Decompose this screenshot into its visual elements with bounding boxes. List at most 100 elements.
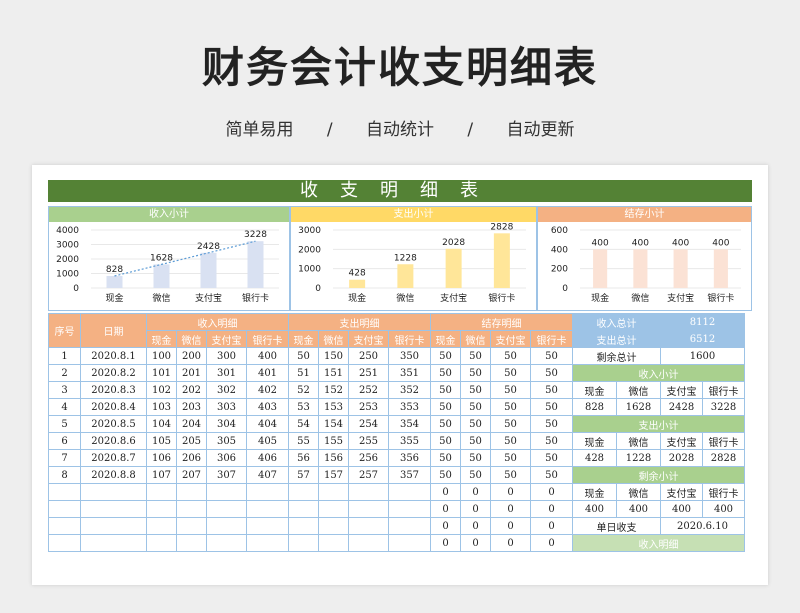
table-cell[interactable]: 155 — [318, 432, 349, 450]
table-cell[interactable] — [246, 483, 289, 501]
table-cell[interactable] — [288, 534, 319, 552]
table-cell[interactable] — [48, 500, 81, 518]
table-cell[interactable]: 50 — [530, 381, 573, 399]
table-cell[interactable]: 6 — [48, 432, 81, 450]
table-cell[interactable]: 154 — [318, 415, 349, 433]
table-cell[interactable]: 356 — [388, 449, 431, 467]
table-cell[interactable]: 0 — [460, 517, 491, 535]
table-cell[interactable]: 现金 — [572, 432, 617, 450]
table-cell[interactable]: 0 — [530, 483, 573, 501]
income-detail-header[interactable]: 收入明细 — [572, 534, 745, 552]
table-cell[interactable]: 150 — [318, 347, 349, 365]
table-cell[interactable]: 支付宝 — [660, 381, 703, 399]
table-cell[interactable]: 50 — [460, 415, 491, 433]
sub-header[interactable]: 银行卡 — [388, 330, 431, 348]
table-cell[interactable]: 54 — [288, 415, 319, 433]
table-cell[interactable]: 50 — [430, 415, 461, 433]
table-cell[interactable]: 2828 — [702, 449, 745, 467]
table-cell[interactable] — [146, 500, 177, 518]
table-cell[interactable]: 202 — [176, 381, 207, 399]
table-cell[interactable]: 50 — [530, 347, 573, 365]
remaining-total-value[interactable]: 1600 — [660, 347, 745, 365]
table-cell[interactable] — [48, 483, 81, 501]
table-cell[interactable]: 51 — [288, 364, 319, 382]
header-date[interactable]: 日期 — [80, 313, 147, 348]
table-cell[interactable]: 50 — [530, 364, 573, 382]
table-cell[interactable]: 3 — [48, 381, 81, 399]
sub-header[interactable]: 支付宝 — [206, 330, 247, 348]
table-cell[interactable]: 354 — [388, 415, 431, 433]
table-cell[interactable]: 103 — [146, 398, 177, 416]
table-cell[interactable]: 0 — [530, 500, 573, 518]
table-cell[interactable]: 50 — [430, 466, 461, 484]
table-cell[interactable]: 0 — [490, 534, 531, 552]
table-cell[interactable] — [246, 500, 289, 518]
income-total-value[interactable]: 8112 — [660, 313, 745, 331]
table-cell[interactable]: 50 — [490, 364, 531, 382]
table-cell[interactable]: 2428 — [660, 398, 703, 416]
table-cell[interactable]: 50 — [530, 415, 573, 433]
table-cell[interactable] — [206, 517, 247, 535]
expense-total-value[interactable]: 6512 — [660, 330, 745, 348]
sub-header[interactable]: 银行卡 — [246, 330, 289, 348]
table-cell[interactable]: 205 — [176, 432, 207, 450]
table-cell[interactable]: 253 — [348, 398, 389, 416]
table-cell[interactable] — [80, 483, 147, 501]
table-cell[interactable]: 206 — [176, 449, 207, 467]
table-cell[interactable]: 254 — [348, 415, 389, 433]
table-cell[interactable]: 0 — [530, 517, 573, 535]
table-cell[interactable]: 3228 — [702, 398, 745, 416]
table-cell[interactable]: 银行卡 — [702, 483, 745, 501]
sub-header[interactable]: 现金 — [288, 330, 319, 348]
table-cell[interactable]: 1228 — [616, 449, 661, 467]
income-total-label[interactable]: 收入总计 — [572, 313, 661, 331]
table-cell[interactable]: 50 — [530, 432, 573, 450]
table-cell[interactable]: 405 — [246, 432, 289, 450]
table-cell[interactable] — [348, 483, 389, 501]
table-cell[interactable]: 0 — [430, 483, 461, 501]
table-cell[interactable]: 50 — [490, 415, 531, 433]
sub-header[interactable]: 支付宝 — [490, 330, 531, 348]
table-cell[interactable] — [176, 500, 207, 518]
table-cell[interactable]: 256 — [348, 449, 389, 467]
table-cell[interactable]: 101 — [146, 364, 177, 382]
table-cell[interactable]: 404 — [246, 415, 289, 433]
table-cell[interactable]: 50 — [460, 432, 491, 450]
table-cell[interactable]: 50 — [460, 381, 491, 399]
table-cell[interactable] — [206, 534, 247, 552]
table-cell[interactable] — [318, 517, 349, 535]
table-cell[interactable]: 50 — [430, 381, 461, 399]
table-cell[interactable]: 4 — [48, 398, 81, 416]
table-cell[interactable] — [176, 534, 207, 552]
table-cell[interactable]: 251 — [348, 364, 389, 382]
table-cell[interactable]: 0 — [430, 534, 461, 552]
table-cell[interactable] — [348, 534, 389, 552]
table-cell[interactable] — [206, 500, 247, 518]
table-cell[interactable]: 50 — [430, 364, 461, 382]
table-cell[interactable]: 250 — [348, 347, 389, 365]
table-cell[interactable]: 7 — [48, 449, 81, 467]
table-cell[interactable]: 55 — [288, 432, 319, 450]
table-cell[interactable] — [318, 534, 349, 552]
table-cell[interactable]: 400 — [702, 500, 745, 518]
table-cell[interactable]: 支付宝 — [660, 432, 703, 450]
table-cell[interactable]: 银行卡 — [702, 432, 745, 450]
table-cell[interactable]: 201 — [176, 364, 207, 382]
expense-total-label[interactable]: 支出总计 — [572, 330, 661, 348]
table-cell[interactable]: 现金 — [572, 483, 617, 501]
table-cell[interactable]: 支付宝 — [660, 483, 703, 501]
table-cell[interactable]: 50 — [490, 381, 531, 399]
table-cell[interactable]: 5 — [48, 415, 81, 433]
table-cell[interactable]: 52 — [288, 381, 319, 399]
table-cell[interactable] — [48, 517, 81, 535]
table-cell[interactable]: 305 — [206, 432, 247, 450]
table-cell[interactable]: 50 — [460, 364, 491, 382]
header-seq[interactable]: 序号 — [48, 313, 81, 348]
table-cell[interactable]: 2 — [48, 364, 81, 382]
table-cell[interactable]: 307 — [206, 466, 247, 484]
table-cell[interactable] — [246, 534, 289, 552]
expense-subtotal-header[interactable]: 支出小计 — [572, 415, 745, 433]
table-cell[interactable]: 1 — [48, 347, 81, 365]
table-cell[interactable] — [80, 534, 147, 552]
table-cell[interactable] — [288, 500, 319, 518]
